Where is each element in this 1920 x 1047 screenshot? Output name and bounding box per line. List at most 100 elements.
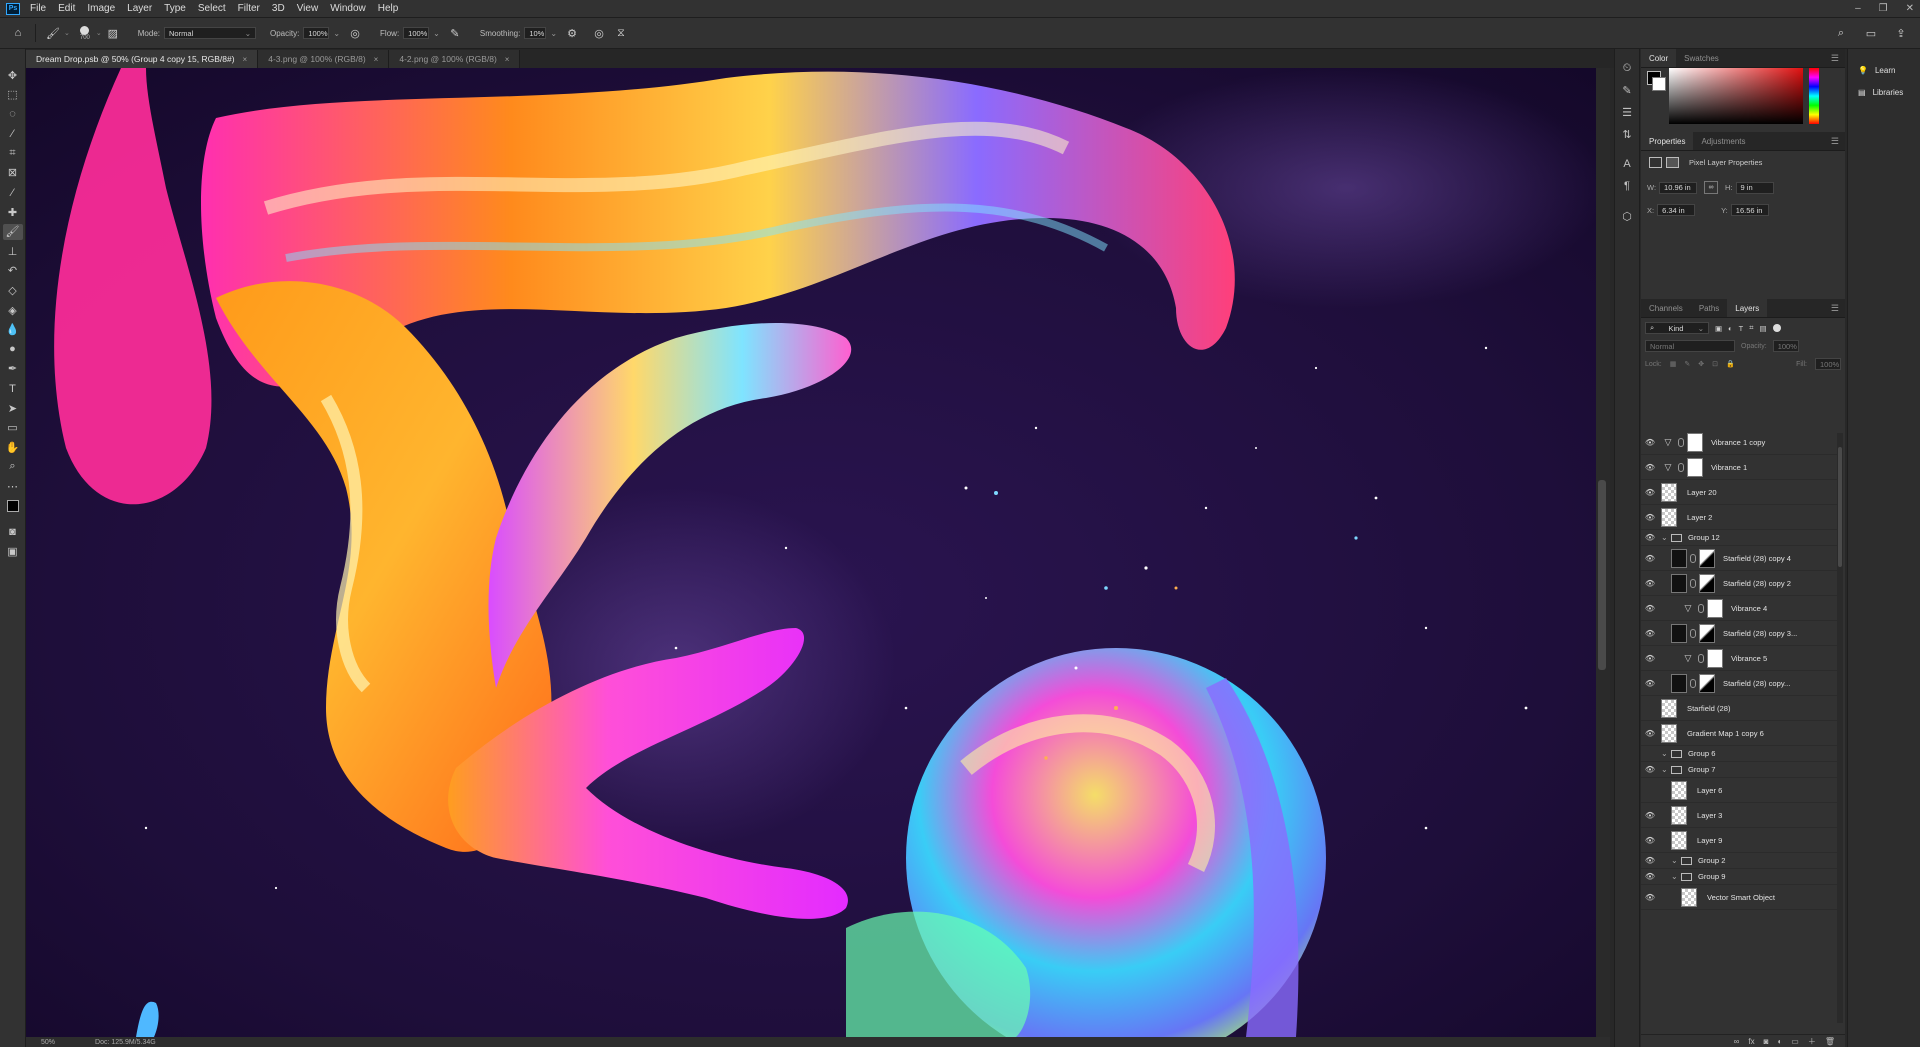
menu-3d[interactable]: 3D	[272, 3, 285, 14]
smoothing-options-gear-icon[interactable]: ⚙	[564, 25, 580, 41]
group-expand-icon[interactable]: ⌄	[1661, 533, 1671, 542]
document-canvas[interactable]	[26, 68, 1596, 1037]
layer-opacity-field[interactable]: 100%	[1772, 340, 1799, 352]
new-group-icon[interactable]: ▭	[1791, 1037, 1799, 1046]
layer-row[interactable]: 👁 ▽ Vibrance 4	[1641, 596, 1837, 621]
layer-name[interactable]: Starfield (28) copy...	[1723, 679, 1790, 688]
learn-item[interactable]: 💡 Learn	[1848, 59, 1920, 81]
clone-stamp-tool-icon[interactable]: ⊥	[3, 243, 23, 259]
filter-smart-object-icon[interactable]: ▤	[1759, 324, 1766, 333]
flow-field[interactable]: 100%	[403, 27, 430, 39]
filter-type-icon[interactable]: T	[1739, 324, 1744, 333]
brush-settings-icon[interactable]: ▨	[105, 25, 121, 41]
workspace-icon[interactable]: ▭	[1863, 25, 1879, 41]
crop-tool-icon[interactable]: ⌗	[3, 145, 23, 161]
layer-thumbnail[interactable]	[1661, 507, 1677, 527]
tab-dream-drop[interactable]: Dream Drop.psb @ 50% (Group 4 copy 15, R…	[26, 50, 259, 68]
panel-menu-icon[interactable]: ☰	[1831, 53, 1839, 64]
search-icon[interactable]: ⌕	[1833, 25, 1849, 41]
close-window-icon[interactable]: ✕	[1906, 3, 1914, 14]
menu-filter[interactable]: Filter	[238, 3, 260, 14]
layer-row[interactable]: 👁 Layer 2	[1641, 505, 1837, 530]
layer-mask-thumbnail[interactable]	[1699, 548, 1715, 568]
visibility-eye-icon[interactable]: 👁	[1643, 554, 1657, 563]
brush-dropdown-arrow[interactable]: ⌄	[96, 29, 102, 37]
paint-bucket-tool-icon[interactable]: ◈	[3, 302, 23, 318]
visibility-eye-icon[interactable]: 👁	[1643, 438, 1657, 447]
opacity-dropdown-arrow[interactable]: ⌄	[333, 29, 340, 38]
visibility-eye-icon[interactable]: 👁	[1643, 811, 1657, 820]
layer-name[interactable]: Vibrance 5	[1731, 654, 1767, 663]
layer-row[interactable]: 👁 ▽ Vibrance 1	[1641, 455, 1837, 480]
layer-name[interactable]: Gradient Map 1 copy 6	[1687, 729, 1764, 738]
new-layer-icon[interactable]: ＋	[1808, 1036, 1816, 1047]
quick-mask-icon[interactable]: ◙	[3, 524, 23, 540]
layer-thumbnail[interactable]	[1671, 573, 1687, 593]
panel-menu-icon[interactable]: ☰	[1831, 303, 1839, 314]
scrollbar-thumb[interactable]	[1598, 480, 1606, 670]
layer-row[interactable]: 👁 Layer 20	[1641, 480, 1837, 505]
marquee-tool-icon[interactable]: ⬚	[3, 87, 23, 103]
layer-name[interactable]: Layer 3	[1697, 811, 1722, 820]
pressure-size-icon[interactable]: ◎	[591, 25, 607, 41]
dodge-tool-icon[interactable]: ●	[3, 341, 23, 357]
visibility-eye-icon[interactable]: 👁	[1643, 629, 1657, 638]
layer-name[interactable]: Vibrance 1	[1711, 463, 1747, 472]
layer-row[interactable]: Starfield (28)	[1641, 696, 1837, 721]
layer-row[interactable]: 👁 Starfield (28) copy 2	[1641, 571, 1837, 596]
visibility-eye-icon[interactable]: 👁	[1643, 488, 1657, 497]
tab-4-3[interactable]: 4-3.png @ 100% (RGB/8) ×	[258, 50, 390, 68]
layer-mask-thumbnail[interactable]	[1687, 457, 1703, 477]
lock-image-icon[interactable]: ✎	[1684, 360, 1690, 368]
brushes-icon[interactable]: ✎	[1618, 81, 1636, 99]
layer-row[interactable]: 👁 ▽ Vibrance 1 copy	[1641, 430, 1837, 455]
new-adjustment-layer-icon[interactable]: ◐	[1777, 1037, 1782, 1046]
tab-swatches[interactable]: Swatches	[1676, 49, 1727, 67]
filter-kind-select[interactable]: ⌕ Kind ⌄	[1645, 322, 1709, 334]
character-icon[interactable]: A	[1618, 155, 1636, 173]
smoothing-dropdown-arrow[interactable]: ⌄	[550, 29, 557, 38]
hue-slider[interactable]	[1809, 68, 1819, 124]
layers-scrollbar[interactable]	[1837, 433, 1843, 1023]
rectangle-tool-icon[interactable]: ▭	[3, 420, 23, 436]
layer-row[interactable]: 👁 Layer 3	[1641, 803, 1837, 828]
mask-link-icon[interactable]	[1690, 553, 1696, 563]
layer-row[interactable]: 👁 ⌄ Group 12	[1641, 530, 1837, 546]
mask-link-icon[interactable]	[1690, 578, 1696, 588]
menu-window[interactable]: Window	[330, 3, 366, 14]
menu-view[interactable]: View	[297, 3, 319, 14]
layer-row[interactable]: ⌄ Group 6	[1641, 746, 1837, 762]
layer-name[interactable]: Starfield (28) copy 2	[1723, 579, 1791, 588]
path-selection-tool-icon[interactable]: ➤	[3, 400, 23, 416]
airbrush-icon[interactable]: ✎	[447, 25, 463, 41]
layer-row[interactable]: 👁 Vector Smart Object	[1641, 885, 1837, 910]
x-field[interactable]: 6.34 in	[1657, 204, 1696, 216]
layer-mask-thumbnail[interactable]	[1707, 598, 1723, 618]
mask-icon[interactable]	[1666, 157, 1679, 168]
panel-menu-icon[interactable]: ☰	[1831, 136, 1839, 147]
menu-select[interactable]: Select	[198, 3, 226, 14]
visibility-eye-icon[interactable]: 👁	[1643, 604, 1657, 613]
eyedropper-tool-icon[interactable]: ⁄	[3, 185, 23, 201]
link-dimensions-icon[interactable]: ∞	[1704, 181, 1719, 194]
blend-mode-select[interactable]: Normal	[1645, 340, 1735, 352]
mask-link-icon[interactable]	[1678, 437, 1684, 447]
visibility-eye-icon[interactable]: 👁	[1643, 765, 1657, 774]
lasso-tool-icon[interactable]: ◌	[3, 106, 23, 122]
tab-channels[interactable]: Channels	[1641, 299, 1691, 317]
symmetry-icon[interactable]: ⧖	[613, 25, 629, 41]
layer-thumbnail[interactable]	[1671, 780, 1687, 800]
layer-row[interactable]: Layer 6	[1641, 778, 1837, 803]
frame-tool-icon[interactable]: ⊠	[3, 165, 23, 181]
layer-thumbnail[interactable]	[1681, 887, 1697, 907]
history-brush-tool-icon[interactable]: ↶	[3, 263, 23, 279]
visibility-eye-icon[interactable]: 👁	[1643, 856, 1657, 865]
eraser-tool-icon[interactable]: ◇	[3, 283, 23, 299]
history-icon[interactable]: ⏲	[1618, 59, 1636, 77]
layer-row[interactable]: 👁 ⌄ Group 7	[1641, 762, 1837, 778]
brush-tool-preset-icon[interactable]: 🖌	[45, 25, 61, 41]
lock-artboard-icon[interactable]: ⊡	[1712, 360, 1718, 368]
mode-select[interactable]: Normal ⌄	[164, 27, 256, 39]
height-field[interactable]: 9 in	[1735, 181, 1774, 194]
mask-link-icon[interactable]	[1698, 653, 1704, 663]
